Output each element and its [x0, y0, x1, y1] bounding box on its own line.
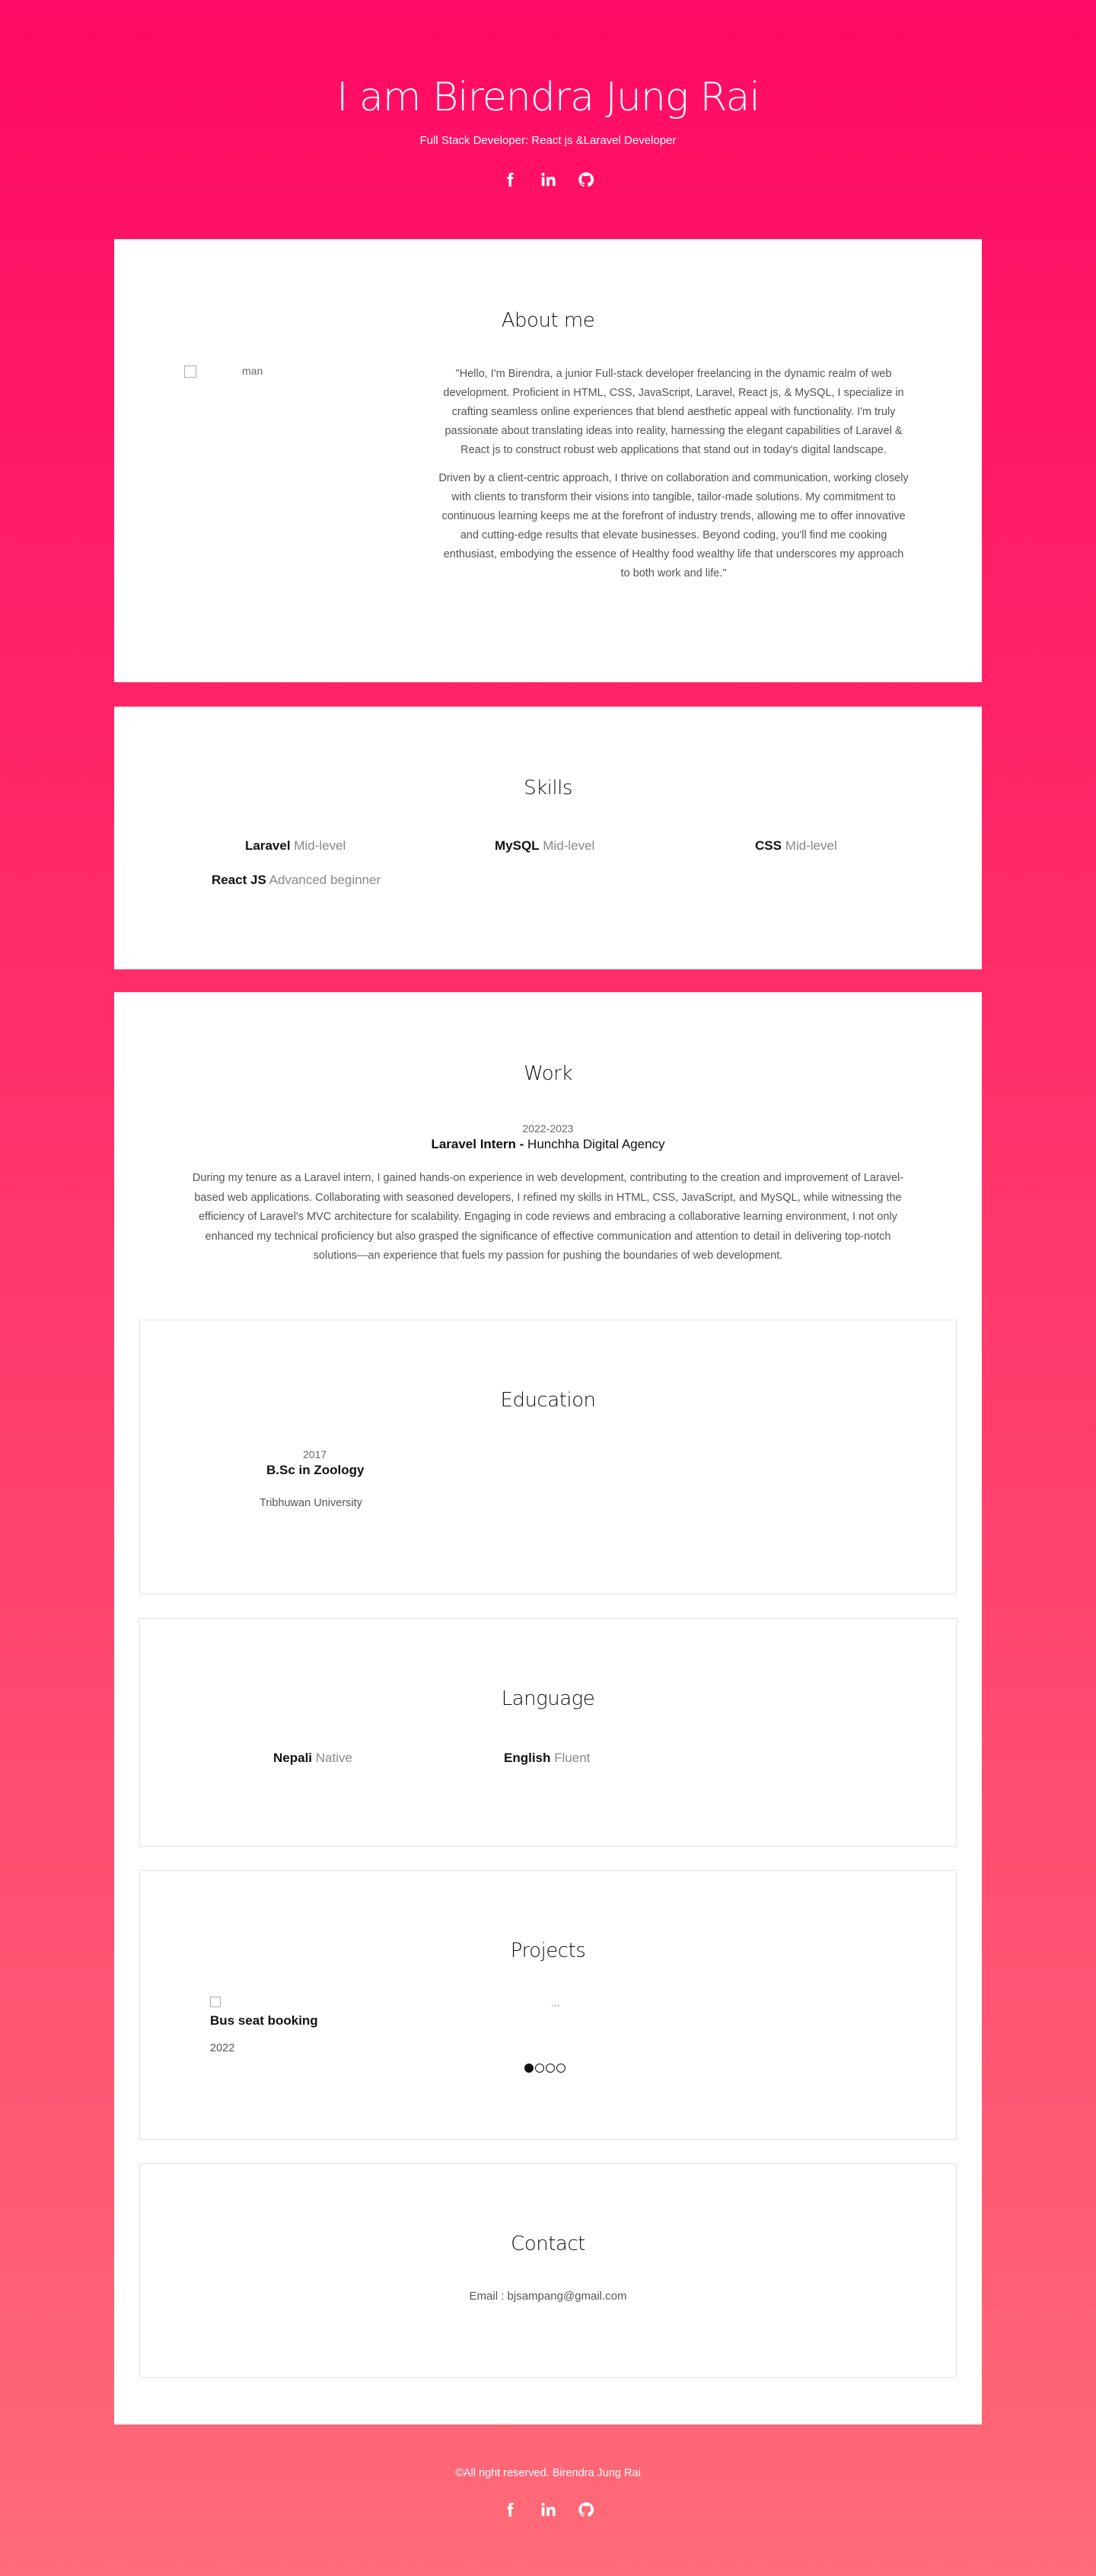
language-item: English Fluent	[504, 1751, 590, 1766]
footer: ©All right reserved. Birendra Jung Rai	[0, 2424, 1096, 2517]
skill-item: CSS Mid-level	[755, 838, 837, 854]
language-title: Language	[501, 1687, 595, 1710]
skill-level: Mid-level	[294, 838, 346, 853]
skill-item: MySQL Mid-level	[495, 838, 594, 854]
contact-section: Contact Email : bjsampang@gmail.com	[139, 2163, 957, 2378]
skill-name: CSS	[755, 838, 782, 853]
language-section: Language Nepali Native English Fluent	[139, 1618, 957, 1847]
education-title: Education	[500, 1389, 596, 1412]
profile-photo: man	[184, 365, 435, 378]
carousel-dot[interactable]	[535, 2064, 544, 2073]
work-position: Laravel Intern -	[431, 1137, 524, 1151]
skill-name: MySQL	[495, 838, 540, 853]
education-section: Education 2017 B.Sc in Zoology Tribhuwan…	[139, 1320, 957, 1594]
about-paragraph: "Hello, I'm Birendra, a junior Full-stac…	[443, 368, 904, 456]
about-text: "Hello, I'm Birendra, a junior Full-stac…	[438, 365, 910, 592]
work-role: Laravel Intern - Hunchha Digital Agency	[114, 1137, 982, 1152]
skill-level: Advanced beginner	[269, 873, 381, 887]
facebook-icon[interactable]	[499, 2499, 521, 2520]
contact-email[interactable]: Email : bjsampang@gmail.com	[140, 2290, 956, 2303]
skill-item: Laravel Mid-level	[245, 838, 346, 854]
work-section: Work 2022-2023 Laravel Intern - Hunchha …	[114, 992, 982, 2424]
carousel-dot[interactable]	[556, 2064, 566, 2073]
facebook-icon[interactable]	[499, 169, 521, 190]
hero-header: I am Birendra Jung Rai Full Stack Develo…	[0, 0, 1096, 239]
language-item: Nepali Native	[273, 1751, 352, 1766]
work-description: During my tenure as a Laravel intern, I …	[192, 1172, 904, 1262]
carousel-dots	[524, 2064, 566, 2073]
page-title: I am Birendra Jung Rai	[336, 75, 760, 120]
about-section: About me man "Hello, I'm Birendra, a jun…	[114, 239, 982, 682]
language-name: English	[504, 1751, 551, 1765]
skill-level: Mid-level	[543, 838, 595, 853]
linkedin-icon[interactable]	[537, 169, 559, 190]
skill-level: Mid-level	[785, 838, 837, 853]
skill-name: React JS	[212, 873, 266, 887]
github-icon[interactable]	[575, 2499, 597, 2520]
education-university: Tribhuwan University	[260, 1497, 362, 1509]
github-icon[interactable]	[575, 169, 597, 190]
language-level: Native	[315, 1751, 352, 1765]
project-year: 2022	[210, 2042, 235, 2054]
projects-title: Projects	[510, 1939, 586, 1962]
work-title: Work	[524, 1062, 572, 1085]
broken-image-icon	[184, 365, 196, 378]
footer-social-links	[0, 2499, 1096, 2520]
page-subtitle: Full Stack Developer: React js &Laravel …	[419, 134, 677, 147]
about-paragraph: Driven by a client-centric approach, I t…	[438, 472, 909, 579]
project-placeholder: ...	[551, 1997, 560, 2009]
project-image	[210, 1997, 221, 2007]
skill-name: Laravel	[245, 838, 291, 853]
skills-section: Skills Laravel Mid-level MySQL Mid-level…	[114, 707, 982, 969]
work-year: 2022-2023	[522, 1122, 574, 1135]
education-year: 2017	[303, 1448, 327, 1460]
copyright-text: ©All right reserved. Birendra Jung Rai	[455, 2467, 641, 2479]
about-title: About me	[501, 309, 595, 332]
skills-title: Skills	[524, 777, 572, 800]
profile-photo-alt: man	[242, 365, 263, 377]
carousel-dot[interactable]	[546, 2064, 555, 2073]
skill-item: React JS Advanced beginner	[212, 873, 381, 888]
language-name: Nepali	[273, 1751, 313, 1765]
language-level: Fluent	[554, 1751, 591, 1765]
contact-title: Contact	[511, 2233, 585, 2255]
linkedin-icon[interactable]	[537, 2499, 559, 2520]
education-degree: B.Sc in Zoology	[266, 1463, 365, 1477]
header-social-links	[0, 169, 1096, 190]
project-name[interactable]: Bus seat booking	[210, 2013, 318, 2029]
carousel-dot[interactable]	[524, 2064, 534, 2073]
projects-section: Projects Bus seat booking 2022 ...	[139, 1870, 957, 2140]
work-company: Hunchha Digital Agency	[527, 1137, 665, 1151]
